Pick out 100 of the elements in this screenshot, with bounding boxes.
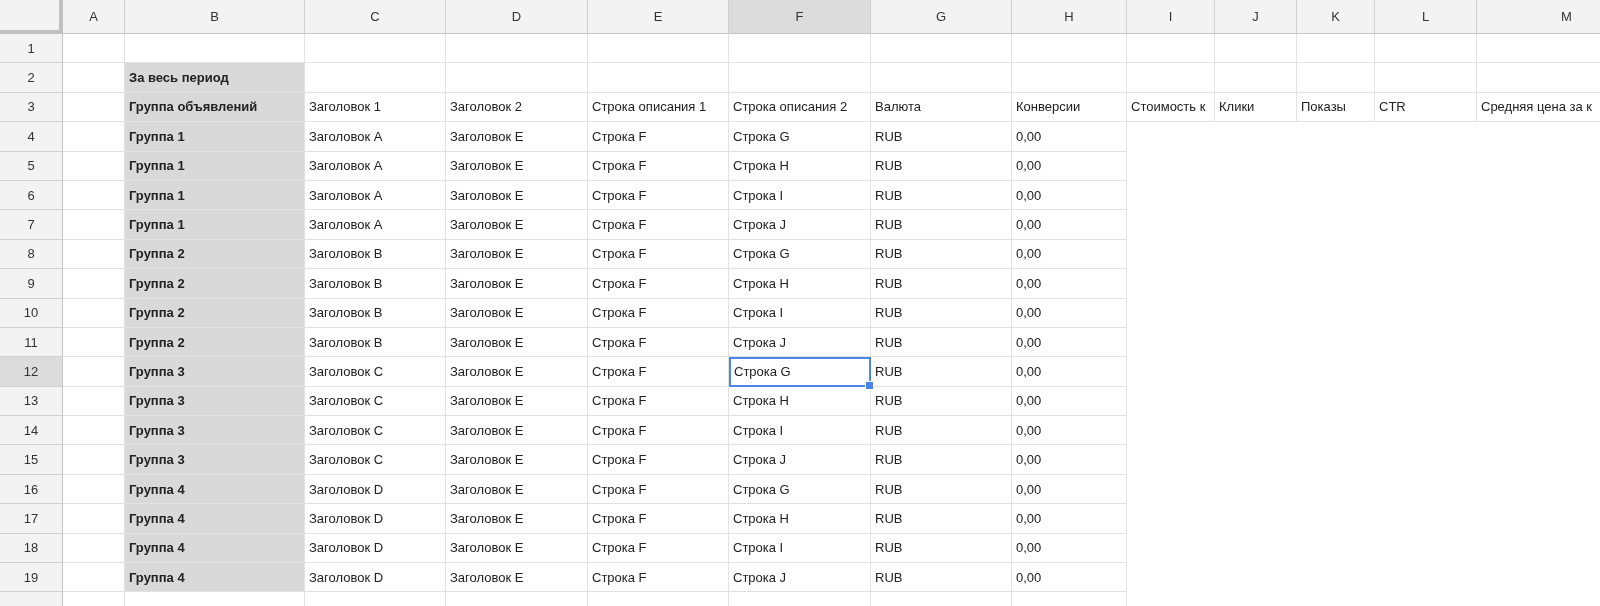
column-header[interactable]: C	[305, 0, 446, 34]
table-cell: RUB	[871, 327, 1012, 358]
table-cell: RUB	[871, 210, 1012, 240]
table-cell: Заголовок E	[446, 357, 588, 387]
row-header[interactable]: 1	[0, 34, 63, 64]
row-header[interactable]: 10	[0, 298, 63, 328]
table-cell: Заголовок B	[305, 269, 446, 299]
table-cell: RUB	[871, 151, 1012, 181]
table-cell: Заголовок E	[446, 122, 588, 152]
table-cell: Строка I	[729, 416, 871, 446]
table-cell: Строка G	[729, 122, 871, 152]
table-cell: Строка F	[588, 504, 729, 534]
table-cell: Заголовок D	[305, 504, 446, 534]
column-header[interactable]: L	[1375, 0, 1477, 34]
table-cell: Группа 1	[125, 210, 305, 240]
table-cell: Строка F	[588, 357, 729, 387]
table-cell: Строка F	[588, 533, 729, 564]
column-header[interactable]: F	[729, 0, 871, 34]
table-cell: Заголовок A	[305, 180, 446, 211]
row-header[interactable]: 14	[0, 416, 63, 446]
row-header[interactable]: 6	[0, 180, 63, 211]
table-cell: Строка описания 2	[729, 92, 871, 123]
row-header[interactable]: 5	[0, 151, 63, 181]
row-header[interactable]: 2	[0, 63, 63, 93]
column-header[interactable]: M	[1477, 0, 1600, 34]
table-cell: Группа 4	[125, 563, 305, 593]
column-header[interactable]: B	[125, 0, 305, 34]
fill-handle[interactable]	[865, 380, 874, 390]
row-header[interactable]: 15	[0, 445, 63, 475]
table-cell: Группа 2	[125, 327, 305, 358]
row-header[interactable]: 12	[0, 357, 63, 387]
table-cell: Группа 3	[125, 416, 305, 446]
table-cell: RUB	[871, 474, 1012, 505]
column-header[interactable]: E	[588, 0, 729, 34]
table-cell: Группа 1	[125, 122, 305, 152]
table-cell: Заголовок C	[305, 357, 446, 387]
table-cell: Группа 2	[125, 298, 305, 328]
table-cell: Заголовок C	[305, 386, 446, 417]
table-cell: RUB	[871, 504, 1012, 534]
table-cell: Строка G	[729, 474, 871, 505]
row-header[interactable]: 7	[0, 210, 63, 240]
table-cell: Строка I	[729, 298, 871, 328]
table-cell: RUB	[871, 180, 1012, 211]
table-cell: RUB	[871, 239, 1012, 270]
table-cell: Строка F	[588, 151, 729, 181]
table-cell: Заголовок A	[305, 151, 446, 181]
row-header[interactable]: 9	[0, 269, 63, 299]
table-cell: Заголовок C	[305, 445, 446, 475]
row-header[interactable]: 18	[0, 533, 63, 564]
table-cell: 0,00	[1012, 533, 1127, 564]
table-cell: Строка F	[588, 386, 729, 417]
table-cell: RUB	[871, 563, 1012, 593]
table-cell: 0,00	[1012, 151, 1127, 181]
table-cell: Строка G	[729, 239, 871, 270]
table-cell: Заголовок B	[305, 239, 446, 270]
table-cell: Строка H	[729, 504, 871, 534]
table-cell: Заголовок E	[446, 445, 588, 475]
table-cell: Заголовок 2	[446, 92, 588, 123]
table-cell: 0,00	[1012, 474, 1127, 505]
table-cell: Заголовок E	[446, 269, 588, 299]
column-header[interactable]: D	[446, 0, 588, 34]
column-header[interactable]: I	[1127, 0, 1215, 34]
table-cell: За весь период	[125, 63, 305, 93]
table-cell: Строка F	[588, 180, 729, 211]
table-cell: Строка F	[588, 269, 729, 299]
table-cell: 0,00	[1012, 180, 1127, 211]
column-header[interactable]: G	[871, 0, 1012, 34]
row-header[interactable]: 16	[0, 474, 63, 505]
row-header[interactable]: 3	[0, 92, 63, 123]
table-cell: Заголовок E	[446, 563, 588, 593]
column-header[interactable]: A	[63, 0, 125, 34]
row-header[interactable]: 11	[0, 327, 63, 358]
table-cell: 0,00	[1012, 416, 1127, 446]
row-header[interactable]: 8	[0, 239, 63, 270]
table-cell: Заголовок E	[446, 151, 588, 181]
table-cell: 0,00	[1012, 298, 1127, 328]
table-cell: Группа 3	[125, 445, 305, 475]
table-cell: Строка F	[588, 210, 729, 240]
row-header[interactable]: 4	[0, 122, 63, 152]
table-cell: Строка I	[729, 533, 871, 564]
table-cell: Строка J	[729, 210, 871, 240]
column-header[interactable]: K	[1297, 0, 1375, 34]
table-cell: Заголовок B	[305, 298, 446, 328]
table-cell: Строка G	[729, 357, 871, 387]
table-cell: Заголовок E	[446, 210, 588, 240]
table-cell: 0,00	[1012, 239, 1127, 270]
table-cell: 0,00	[1012, 210, 1127, 240]
table-cell: Строка F	[588, 239, 729, 270]
row-header[interactable]: 19	[0, 563, 63, 593]
table-cell: 0,00	[1012, 327, 1127, 358]
table-cell: Показы	[1297, 92, 1375, 123]
column-header[interactable]: J	[1215, 0, 1297, 34]
table-cell: CTR	[1375, 92, 1477, 123]
table-cell: 0,00	[1012, 357, 1127, 387]
column-header[interactable]: H	[1012, 0, 1127, 34]
row-header[interactable]: 17	[0, 504, 63, 534]
table-cell: Средняя цена за к	[1477, 92, 1600, 123]
select-all-corner[interactable]	[0, 0, 63, 34]
table-cell: Стоимость к	[1127, 92, 1215, 123]
row-header[interactable]: 13	[0, 386, 63, 417]
